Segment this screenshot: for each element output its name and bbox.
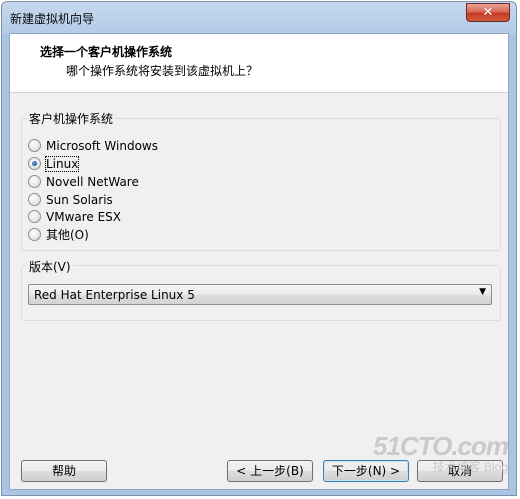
os-option-esx[interactable]: VMware ESX xyxy=(28,208,121,225)
os-option-solaris[interactable]: Sun Solaris xyxy=(28,191,113,208)
os-option-linux[interactable]: Linux xyxy=(28,155,80,172)
close-button[interactable]: ✕ xyxy=(466,3,510,22)
watermark-logo: 51CTO.com xyxy=(372,431,509,461)
os-option-windows[interactable]: Microsoft Windows xyxy=(28,137,158,154)
version-dropdown[interactable]: Red Hat Enterprise Linux 5 ▼ xyxy=(28,284,492,305)
os-option-label: 其他(O) xyxy=(46,228,89,242)
radio-button[interactable] xyxy=(28,139,41,152)
watermark: 51CTO.com 技术博客 Blog xyxy=(372,431,509,474)
radio-button-selected[interactable] xyxy=(28,157,41,170)
os-option-other[interactable]: 其他(O) xyxy=(28,226,89,243)
page-title: 选择一个客户机操作系统 xyxy=(40,45,173,59)
close-icon: ✕ xyxy=(482,5,494,20)
version-group-label: 版本(V) xyxy=(27,258,73,275)
wizard-header: 选择一个客户机操作系统 哪个操作系统将安装到该虚拟机上？ xyxy=(10,34,508,93)
radio-button[interactable] xyxy=(28,175,41,188)
help-button[interactable]: 帮助 xyxy=(21,460,107,482)
page-subtitle: 哪个操作系统将安装到该虚拟机上？ xyxy=(66,64,259,78)
wizard-client-area: 选择一个客户机操作系统 哪个操作系统将安装到该虚拟机上？ 客户机操作系统 Mic… xyxy=(9,33,509,490)
os-option-label: Microsoft Windows xyxy=(46,138,158,153)
title-bar[interactable]: 新建虚拟机向导 ✕ xyxy=(2,2,516,32)
os-option-label: VMware ESX xyxy=(46,209,122,224)
guest-os-group-label: 客户机操作系统 xyxy=(27,110,116,127)
os-option-label: Novell NetWare xyxy=(46,174,139,189)
radio-button[interactable] xyxy=(28,193,41,206)
radio-button[interactable] xyxy=(28,210,41,223)
chevron-down-icon[interactable]: ▼ xyxy=(479,287,486,297)
back-button[interactable]: < 上一步(B) xyxy=(227,460,313,482)
wizard-window: 新建虚拟机向导 ✕ 选择一个客户机操作系统 哪个操作系统将安装到该虚拟机上？ 客… xyxy=(1,1,517,496)
os-option-label: Linux xyxy=(44,155,80,172)
os-option-netware[interactable]: Novell NetWare xyxy=(28,173,139,190)
window-title: 新建虚拟机向导 xyxy=(10,12,95,26)
os-option-label: Sun Solaris xyxy=(46,192,113,207)
radio-button[interactable] xyxy=(28,228,41,241)
version-dropdown-value: Red Hat Enterprise Linux 5 xyxy=(34,288,195,302)
watermark-caption: 技术博客 Blog xyxy=(432,460,508,474)
